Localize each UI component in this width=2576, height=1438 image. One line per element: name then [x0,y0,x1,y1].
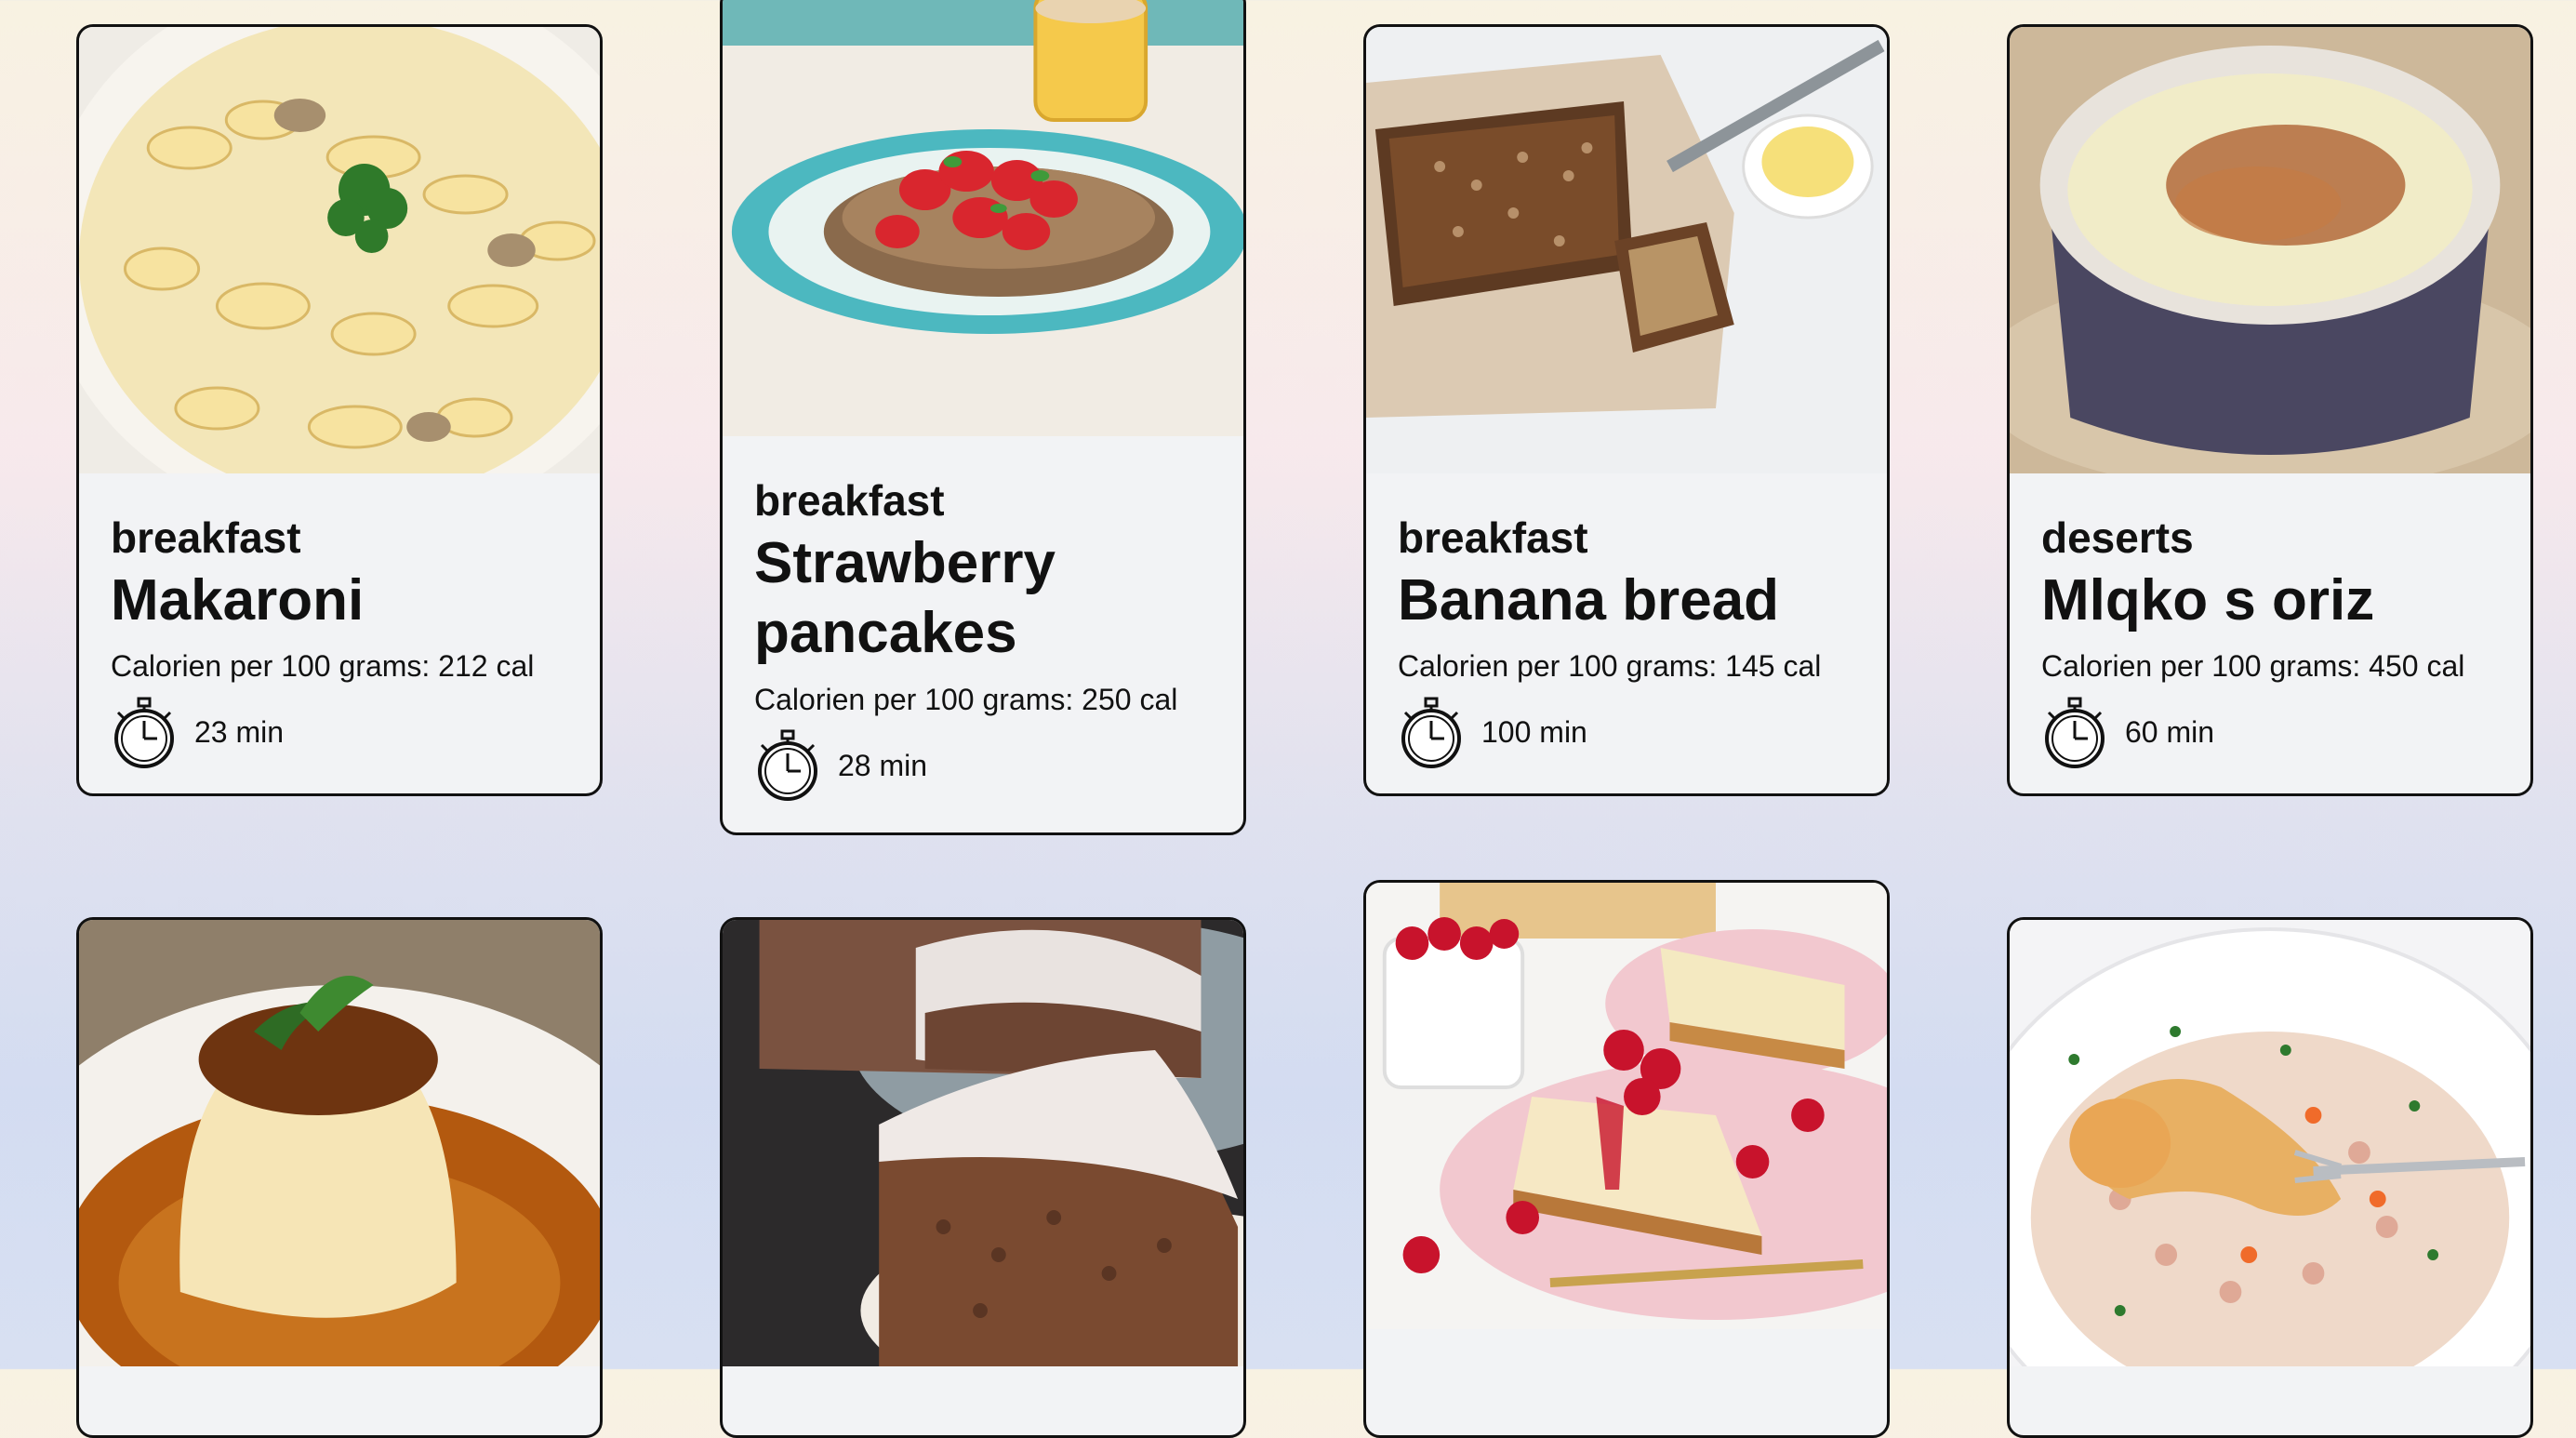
recipe-title[interactable]: Banana bread [1398,566,1855,636]
creme-caramel-photo [79,920,600,1366]
stopwatch-icon [1401,697,1461,768]
recipe-title[interactable]: Strawberry pancakes [754,528,1089,669]
recipe-calories: Calorien per 100 grams: 212 cal [111,649,535,684]
recipe-card-creme-caramel[interactable] [76,917,603,1438]
recipe-title[interactable]: Mlqko s oriz [2041,566,2499,636]
recipe-calories: Calorien per 100 grams: 250 cal [754,682,1178,716]
mac-and-cheese-photo [79,27,600,473]
stopwatch-icon [758,729,817,802]
recipe-time: 60 min [2125,715,2215,750]
stopwatch-icon [2045,697,2105,768]
raspberry-cheesecake-photo [1366,883,1887,1329]
strawberry-pancakes-photo [723,0,1243,436]
recipe-card-makaroni[interactable]: breakfast Makaroni Calorien per 100 gram… [76,24,603,796]
recipe-card-chicken-rice[interactable] [2007,917,2533,1438]
recipe-category: breakfast [111,513,301,562]
chicken-rice-photo [2010,920,2530,1366]
banana-bread-photo [1366,27,1887,473]
recipe-card-walnut-cake[interactable] [720,917,1246,1438]
stopwatch-icon [114,697,174,768]
walnut-cake-photo [723,920,1243,1366]
recipe-title[interactable]: Makaroni [111,566,568,636]
recipe-category: breakfast [1398,513,1588,562]
recipe-card-raspberry-cheesecake[interactable] [1363,880,1890,1438]
recipe-category: breakfast [754,476,945,525]
recipe-card-strawberry-pancakes[interactable]: breakfast Strawberry pancakes Calorien p… [720,0,1246,835]
recipe-category: deserts [2041,513,2194,562]
recipe-card-mlqko-s-oriz[interactable]: deserts Mlqko s oriz Calorien per 100 gr… [2007,24,2533,796]
recipe-time: 28 min [838,748,928,782]
rice-pudding-photo [2010,27,2530,473]
recipe-time: 23 min [194,715,285,750]
recipe-card-banana-bread[interactable]: breakfast Banana bread Calorien per 100 … [1363,24,1890,796]
recipe-time: 100 min [1481,715,1587,750]
recipe-calories: Calorien per 100 grams: 145 cal [1398,649,1822,684]
recipe-calories: Calorien per 100 grams: 450 cal [2041,649,2465,684]
